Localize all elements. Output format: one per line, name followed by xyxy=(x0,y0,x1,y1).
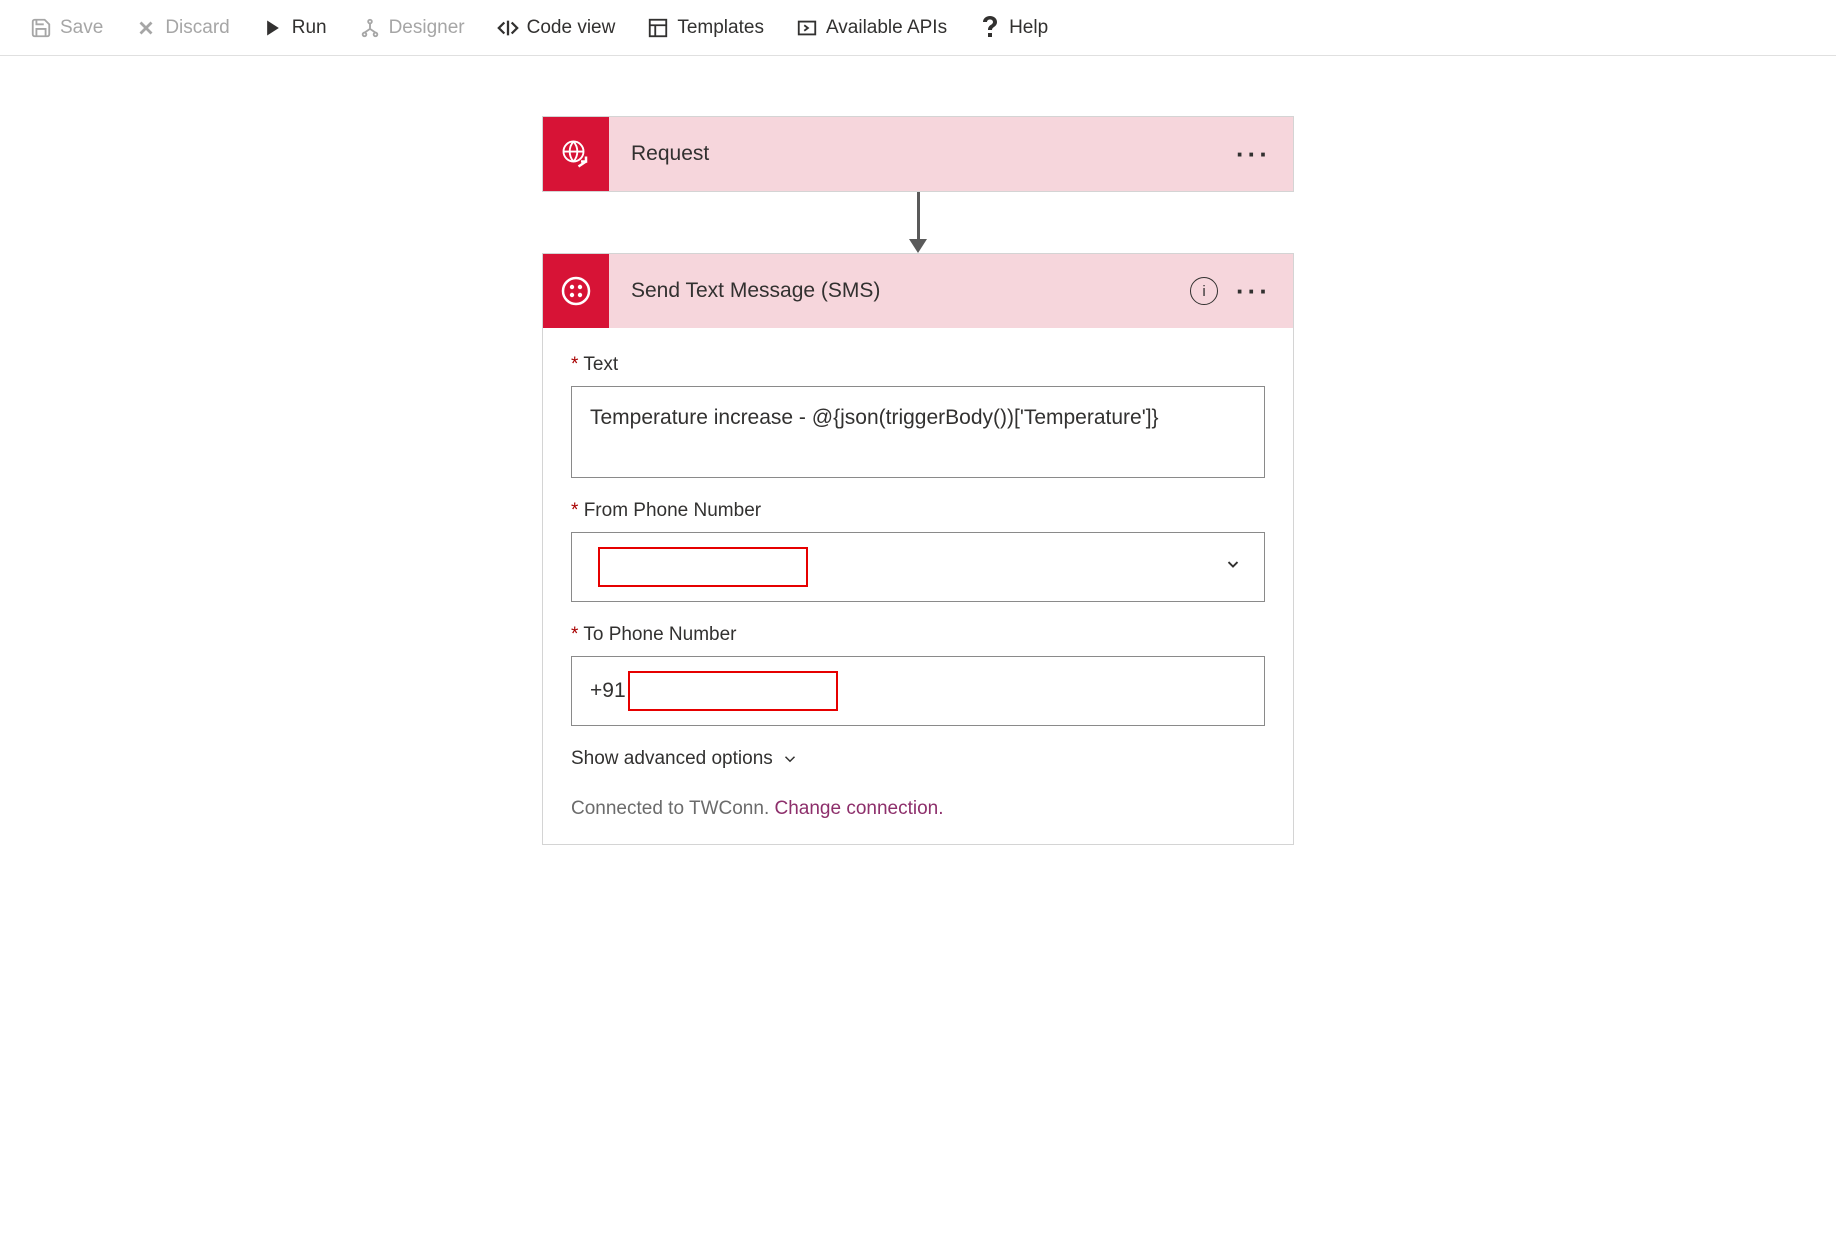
sms-action-card: Send Text Message (SMS) i ··· * Text Tem… xyxy=(542,253,1294,845)
designer-canvas: Request ··· Send Text Message (SMS) i ··… xyxy=(0,56,1836,905)
available-apis-label: Available APIs xyxy=(826,17,947,39)
code-view-label: Code view xyxy=(527,17,616,39)
save-button[interactable]: Save xyxy=(14,9,119,47)
request-card-menu[interactable]: ··· xyxy=(1236,141,1271,167)
advanced-label: Show advanced options xyxy=(571,748,773,770)
text-field-label: * Text xyxy=(571,354,1265,376)
designer-button[interactable]: Designer xyxy=(343,9,481,47)
play-icon xyxy=(262,17,284,39)
templates-button[interactable]: Templates xyxy=(631,9,780,47)
from-phone-redacted xyxy=(598,547,808,587)
info-icon[interactable]: i xyxy=(1190,277,1218,305)
save-icon xyxy=(30,17,52,39)
to-phone-redacted xyxy=(628,671,838,711)
from-phone-field: * From Phone Number xyxy=(571,500,1265,602)
to-phone-field: * To Phone Number +91 xyxy=(571,624,1265,726)
designer-icon xyxy=(359,17,381,39)
from-phone-select[interactable] xyxy=(571,532,1265,602)
twilio-icon xyxy=(543,254,609,328)
request-card-header[interactable]: Request ··· xyxy=(543,117,1293,191)
code-view-button[interactable]: Code view xyxy=(481,9,632,47)
to-phone-input[interactable]: +91 xyxy=(571,656,1265,726)
request-card-title: Request xyxy=(609,142,1236,166)
request-trigger-card[interactable]: Request ··· xyxy=(542,116,1294,192)
help-button[interactable]: Help xyxy=(963,9,1064,47)
connection-footer: Connected to TWConn. Change connection. xyxy=(571,798,1265,820)
templates-label: Templates xyxy=(677,17,764,39)
run-label: Run xyxy=(292,17,327,39)
discard-button[interactable]: Discard xyxy=(119,9,245,47)
toolbar: Save Discard Run Designer Code view Temp… xyxy=(0,0,1836,56)
text-input[interactable]: Temperature increase - @{json(triggerBod… xyxy=(571,386,1265,478)
connection-name: TWConn xyxy=(689,798,764,819)
from-phone-label: * From Phone Number xyxy=(571,500,1265,522)
discard-label: Discard xyxy=(165,17,229,39)
run-button[interactable]: Run xyxy=(246,9,343,47)
sms-card-menu[interactable]: ··· xyxy=(1236,278,1271,304)
sms-card-body: * Text Temperature increase - @{json(tri… xyxy=(543,328,1293,844)
show-advanced-options[interactable]: Show advanced options xyxy=(571,748,1265,770)
change-connection-link[interactable]: Change connection. xyxy=(775,798,944,819)
chevron-down-icon xyxy=(1224,552,1242,581)
code-icon xyxy=(497,17,519,39)
chevron-down-icon xyxy=(781,750,799,768)
help-label: Help xyxy=(1009,17,1048,39)
save-label: Save xyxy=(60,17,103,39)
to-phone-prefix: +91 xyxy=(590,676,626,705)
sms-card-title: Send Text Message (SMS) xyxy=(609,279,1190,303)
sms-card-header[interactable]: Send Text Message (SMS) i ··· xyxy=(543,254,1293,328)
to-phone-label: * To Phone Number xyxy=(571,624,1265,646)
help-icon xyxy=(979,17,1001,39)
available-apis-button[interactable]: Available APIs xyxy=(780,9,963,47)
close-icon xyxy=(135,17,157,39)
text-field: * Text Temperature increase - @{json(tri… xyxy=(571,354,1265,478)
templates-icon xyxy=(647,17,669,39)
api-icon xyxy=(796,17,818,39)
flow-connector xyxy=(909,192,927,253)
request-icon xyxy=(543,117,609,191)
text-input-value: Temperature increase - @{json(triggerBod… xyxy=(590,403,1159,432)
designer-label: Designer xyxy=(389,17,465,39)
